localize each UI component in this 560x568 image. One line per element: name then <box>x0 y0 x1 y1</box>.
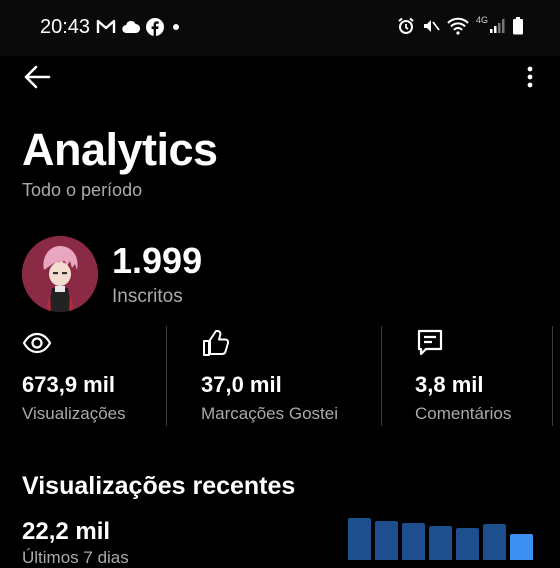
page-title: Analytics <box>22 124 218 175</box>
recent-views-bar <box>510 534 533 560</box>
cloud-icon <box>122 20 140 34</box>
recent-views-bar <box>429 526 452 560</box>
status-time: 20:43 <box>40 16 91 38</box>
thumbs-up-icon <box>201 328 231 358</box>
recent-views-bar <box>348 518 371 560</box>
gmail-icon <box>96 19 116 35</box>
status-left-icons <box>96 18 182 36</box>
recent-views-bar-chart[interactable] <box>348 0 560 560</box>
subscriber-count: 1.999 <box>112 240 203 281</box>
stat-label: Marcações Gostei <box>201 404 338 423</box>
stat-value: 673,9 mil <box>22 372 115 397</box>
recent-views-bar <box>375 521 398 560</box>
eye-icon <box>22 328 52 358</box>
facebook-icon <box>146 18 164 36</box>
channel-avatar[interactable] <box>22 236 98 312</box>
dot-icon <box>170 21 182 33</box>
recent-views-bar <box>402 523 425 560</box>
stat-views[interactable]: 673,9 mil Visualizações <box>22 328 162 428</box>
recent-views-period: Últimos 7 dias <box>22 548 129 567</box>
period-subtitle[interactable]: Todo o período <box>22 180 142 201</box>
recent-views-bar <box>456 528 479 560</box>
recent-views-value: 22,2 mil <box>22 518 111 545</box>
arrow-left-icon <box>24 65 51 89</box>
stat-value: 37,0 mil <box>201 372 282 397</box>
recent-views-title: Visualizações recentes <box>22 472 296 500</box>
stat-label: Visualizações <box>22 404 126 423</box>
subscriber-label: Inscritos <box>112 286 183 307</box>
stat-divider <box>166 326 167 426</box>
back-button[interactable] <box>22 64 54 90</box>
recent-views-bar <box>483 524 506 560</box>
